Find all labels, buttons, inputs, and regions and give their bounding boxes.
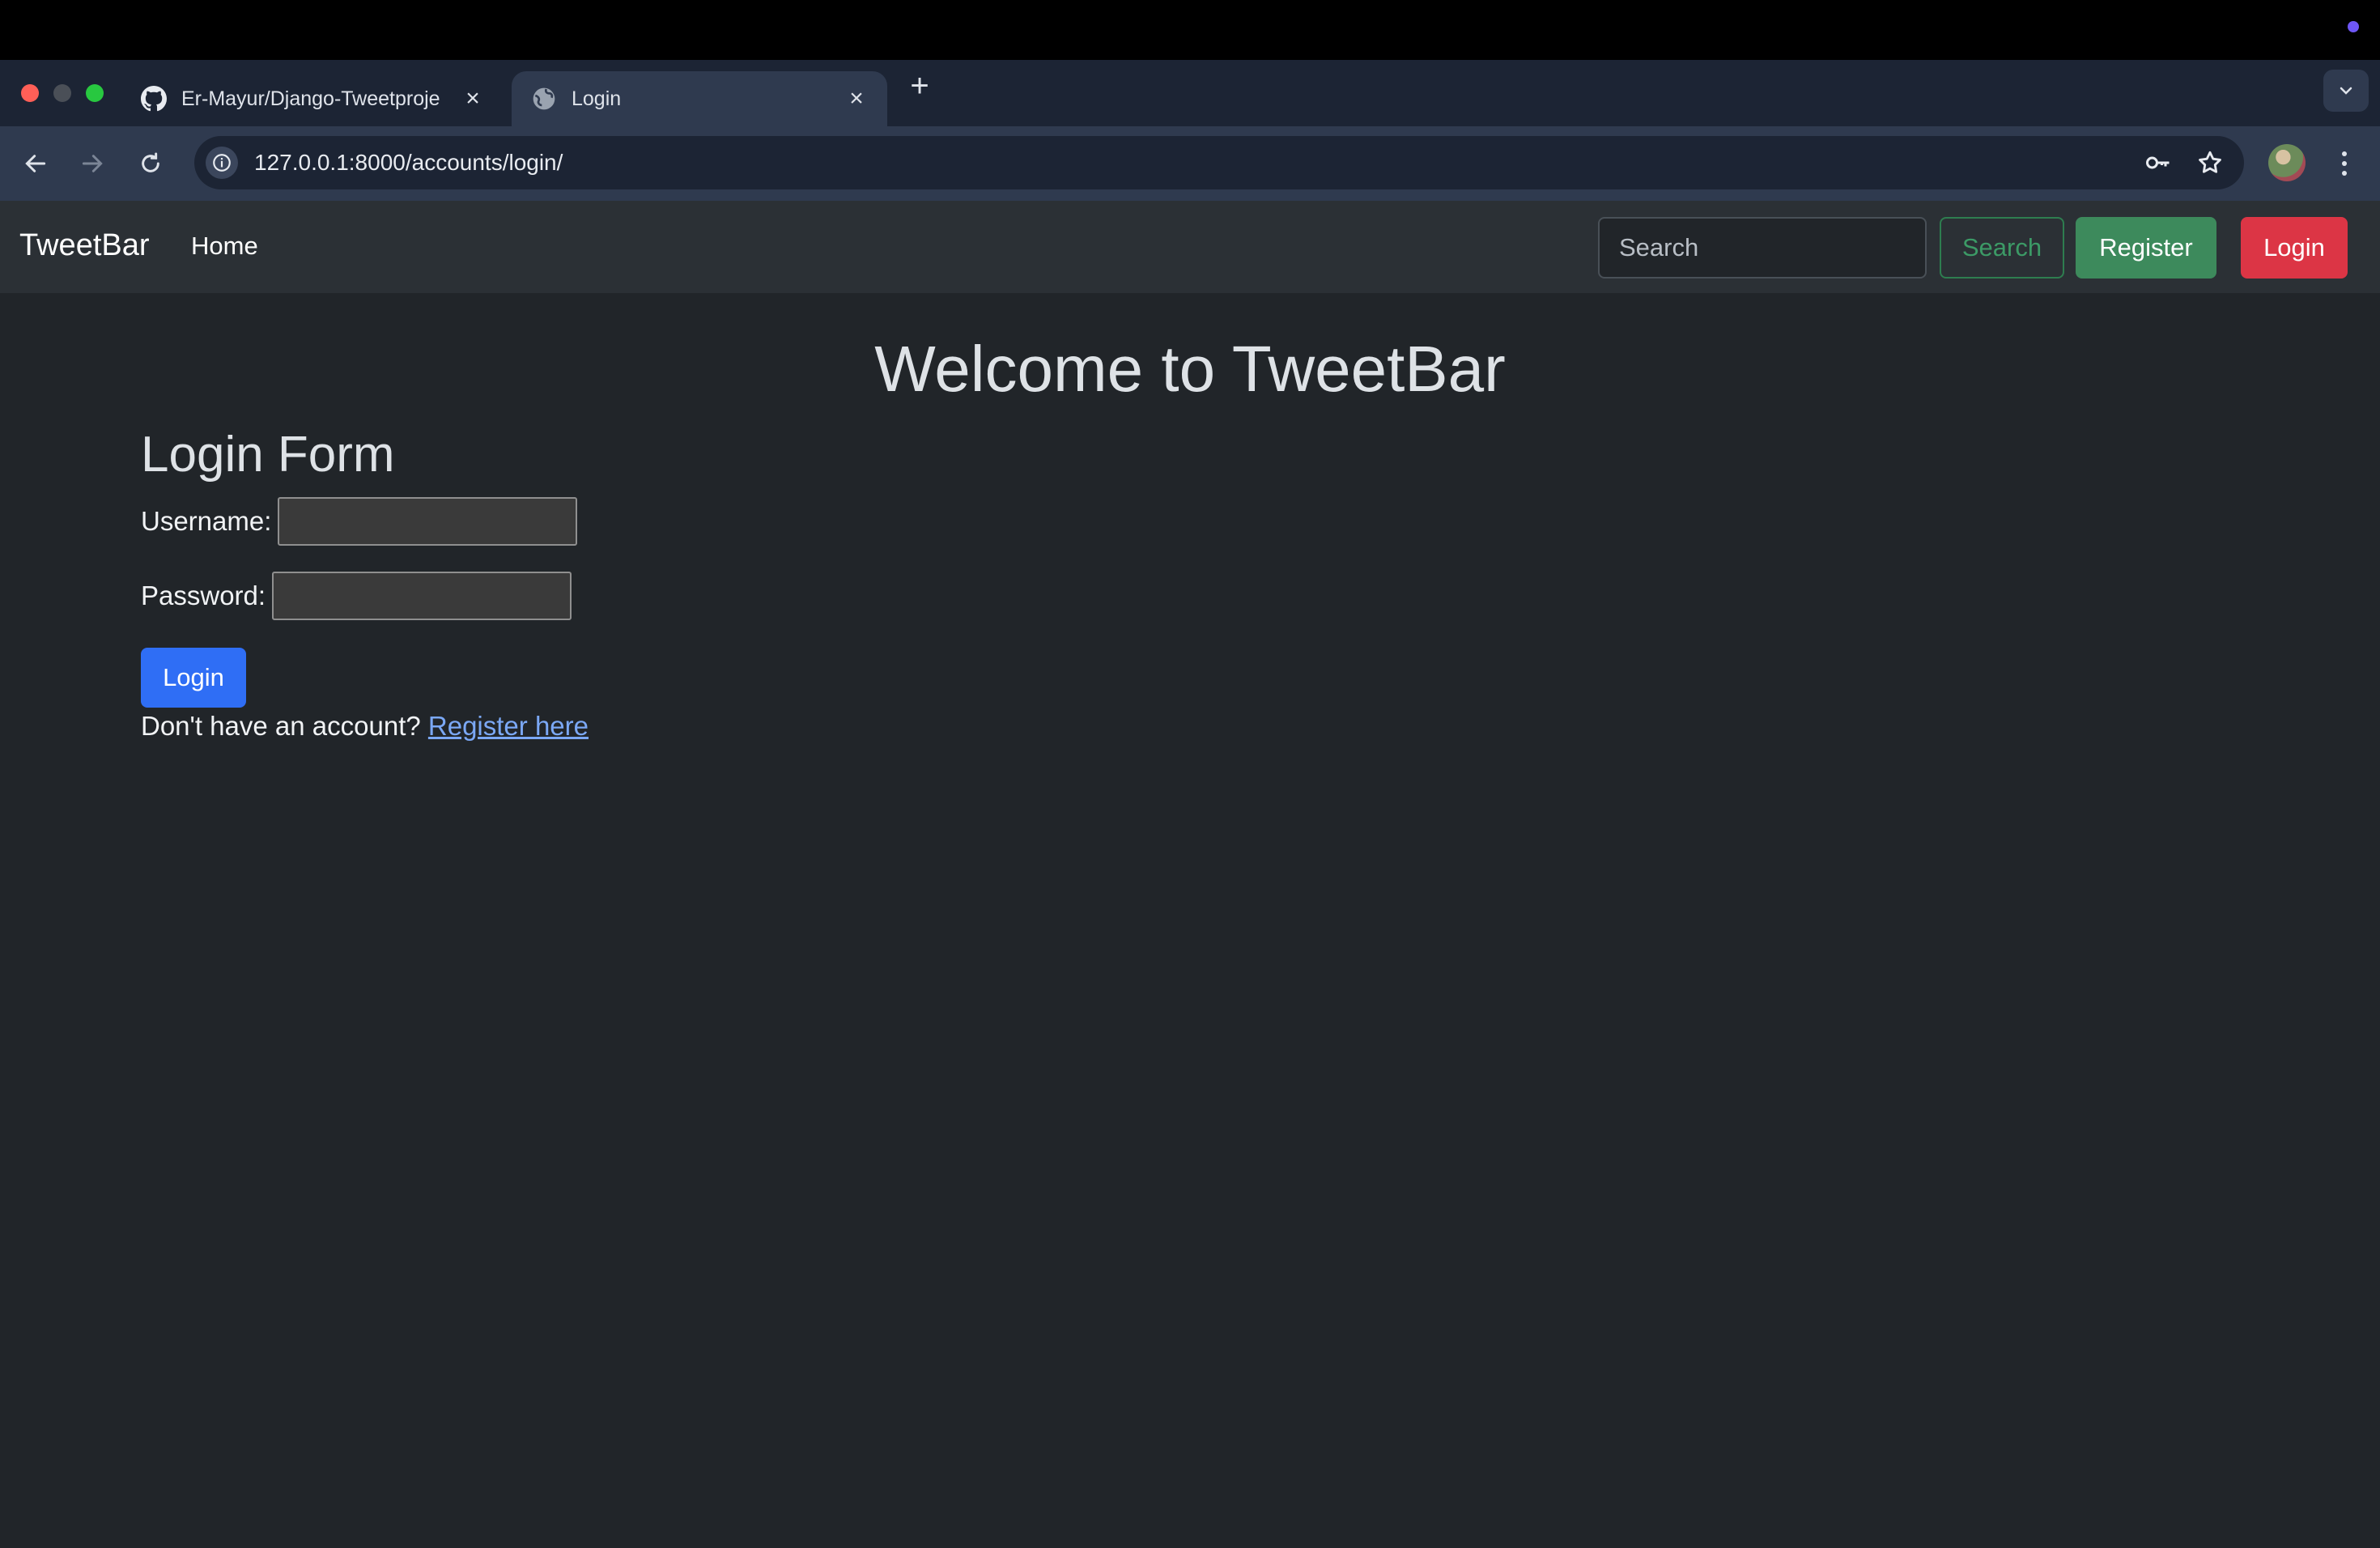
signup-prompt-text: Don't have an account? (141, 711, 421, 741)
search-input[interactable] (1598, 217, 1927, 279)
close-icon[interactable]: × (845, 85, 868, 113)
profile-avatar[interactable] (2268, 144, 2306, 181)
address-bar[interactable]: 127.0.0.1:8000/accounts/login/ (194, 136, 2244, 189)
status-dot-icon (2348, 21, 2359, 32)
info-icon (213, 154, 231, 172)
github-icon (141, 86, 167, 112)
star-icon (2199, 151, 2221, 173)
close-icon[interactable]: × (461, 85, 484, 113)
username-label: Username: (141, 506, 272, 536)
arrow-right-icon (82, 155, 103, 172)
search-button[interactable]: Search (1940, 217, 2064, 279)
window-close-button[interactable] (21, 84, 39, 102)
browser-tab-strip: Er-Mayur/Django-Tweetproje × Login × + (0, 60, 2380, 126)
key-icon (2146, 156, 2170, 169)
url-text[interactable]: 127.0.0.1:8000/accounts/login/ (254, 150, 2140, 176)
username-row: Username: (141, 497, 578, 546)
window-minimize-button[interactable] (53, 84, 71, 102)
navbar-brand[interactable]: TweetBar (19, 228, 150, 263)
tab-search-button[interactable] (2323, 70, 2369, 112)
register-link[interactable]: Register here (428, 711, 589, 741)
site-navbar: TweetBar Home Search Register Login (0, 201, 2380, 293)
reload-button[interactable] (131, 144, 170, 183)
password-row: Password: (141, 572, 572, 620)
signup-prompt: Don't have an account? Register here (141, 711, 589, 742)
browser-menu-button[interactable] (2328, 144, 2361, 183)
page-title: Welcome to TweetBar (874, 333, 1506, 405)
tab-title: Er-Mayur/Django-Tweetproje (181, 87, 440, 110)
back-button[interactable] (16, 144, 55, 183)
password-field[interactable] (272, 572, 572, 620)
login-submit-button[interactable]: Login (141, 648, 246, 708)
tab-login[interactable]: Login × (512, 71, 887, 126)
site-info-button[interactable] (206, 147, 238, 179)
nav-link-home[interactable]: Home (191, 232, 258, 261)
more-vertical-icon (2342, 151, 2347, 176)
form-title: Login Form (141, 427, 395, 483)
browser-toolbar: 127.0.0.1:8000/accounts/login/ (0, 126, 2380, 201)
chevron-down-icon (2340, 87, 2352, 95)
reload-icon (142, 152, 159, 172)
login-nav-button[interactable]: Login (2241, 217, 2348, 279)
username-field[interactable] (278, 497, 578, 546)
new-tab-button[interactable]: + (902, 68, 937, 104)
register-button[interactable]: Register (2076, 217, 2216, 279)
tab-github[interactable]: Er-Mayur/Django-Tweetproje × (121, 71, 504, 126)
tab-title: Login (572, 87, 622, 110)
arrow-left-icon (25, 155, 46, 172)
window-zoom-button[interactable] (86, 84, 104, 102)
password-key-button[interactable] (2140, 145, 2176, 181)
bookmark-button[interactable] (2192, 145, 2228, 181)
globe-icon (533, 87, 555, 110)
os-menu-bar (0, 0, 2380, 60)
password-label: Password: (141, 580, 266, 610)
forward-button[interactable] (73, 144, 112, 183)
